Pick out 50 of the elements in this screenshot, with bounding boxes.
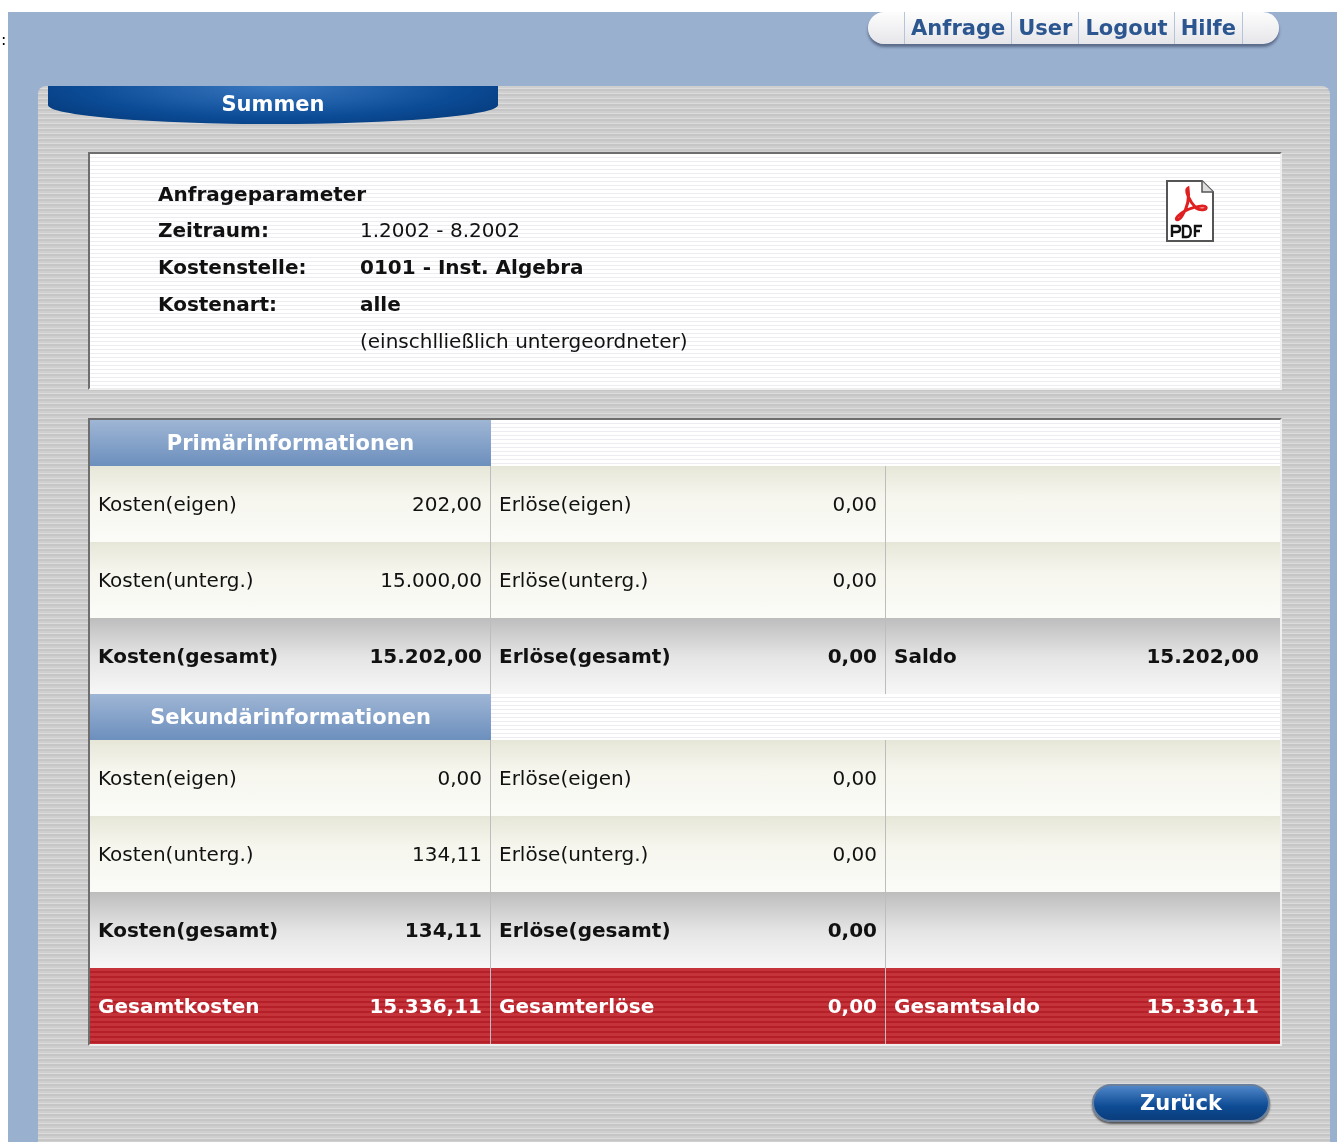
row-value: 0,00 <box>437 766 482 790</box>
row-label: Erlöse(gesamt) <box>499 644 671 668</box>
parameter-value: 0101 - Inst. Algebra <box>360 255 585 279</box>
row-value: 134,11 <box>404 918 482 942</box>
row-label: Kosten(unterg.) <box>98 568 254 592</box>
row-label: Kosten(gesamt) <box>98 918 279 942</box>
stray-text: : <box>1 30 7 49</box>
row-label: Saldo <box>894 644 957 668</box>
row-label: Erlöse(unterg.) <box>499 568 649 592</box>
row-value: 202,00 <box>412 492 482 516</box>
parameter-note: (einschlließlich untergeordneter) <box>360 329 689 353</box>
nav-link[interactable]: User <box>1011 12 1079 44</box>
row-value: 0,00 <box>832 766 877 790</box>
section-header: Sekundärinformationen <box>90 694 491 740</box>
row-label: Kosten(unterg.) <box>98 842 254 866</box>
row-label: Kosten(eigen) <box>98 492 237 516</box>
row-label: Gesamterlöse <box>499 994 655 1018</box>
row-value: 134,11 <box>412 842 482 866</box>
row-value: 15.202,00 <box>1146 644 1259 668</box>
row-label: Erlöse(gesamt) <box>499 918 671 942</box>
row-value: 15.000,00 <box>380 568 482 592</box>
row-value: 0,00 <box>832 842 877 866</box>
parameter-value: 1.2002 - 8.2002 <box>360 218 521 242</box>
row-label: Erlöse(eigen) <box>499 766 632 790</box>
row-value: 0,00 <box>827 644 877 668</box>
row-value: 0,00 <box>832 568 877 592</box>
row-label: Gesamtkosten <box>98 994 260 1018</box>
row-value: 15.336,11 <box>369 994 482 1018</box>
row-value: 0,00 <box>827 994 877 1018</box>
row-label: Erlöse(unterg.) <box>499 842 649 866</box>
parameter-label: Zeitraum: <box>158 218 270 242</box>
row-label: Erlöse(eigen) <box>499 492 632 516</box>
row-value: 0,00 <box>832 492 877 516</box>
row-label: Gesamtsaldo <box>894 994 1041 1018</box>
row-label: Kosten(gesamt) <box>98 644 279 668</box>
nav-link[interactable]: Logout <box>1078 12 1174 44</box>
pdf-icon[interactable] <box>1166 180 1214 242</box>
row-value: 15.202,00 <box>369 644 482 668</box>
parameter-value: alle <box>360 292 402 316</box>
back-button[interactable]: Zurück <box>1092 1084 1270 1122</box>
parameter-label: Kostenstelle: <box>158 255 308 279</box>
row-value: 0,00 <box>827 918 877 942</box>
parameter-label: Kostenart: <box>158 292 279 316</box>
nav-link[interactable]: Anfrage <box>905 12 1012 44</box>
panel-title: Summen <box>48 86 498 124</box>
section-heading: Anfrageparameter <box>158 182 368 206</box>
row-label: Kosten(eigen) <box>98 766 237 790</box>
nav-link[interactable]: Hilfe <box>1173 12 1242 44</box>
section-header: Primärinformationen <box>90 420 491 466</box>
row-value: 15.336,11 <box>1146 994 1259 1018</box>
